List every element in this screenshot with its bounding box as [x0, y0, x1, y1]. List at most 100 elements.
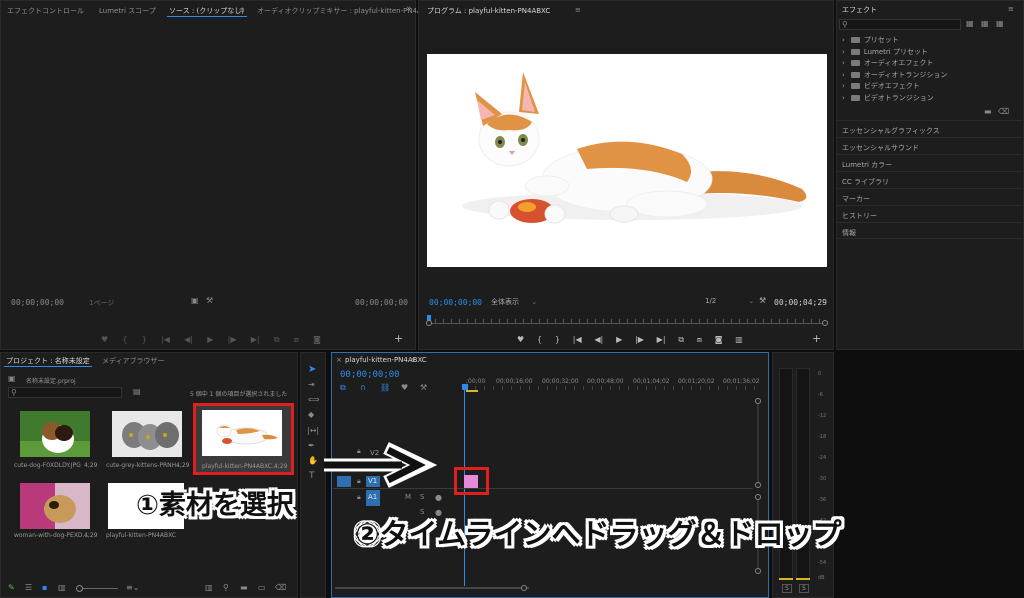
- effects-tree-item-video-effects[interactable]: › ビデオエフェクト: [842, 81, 920, 91]
- slip-tool-icon[interactable]: |↔|: [307, 427, 319, 435]
- voiceover-mic-icon[interactable]: ●: [435, 494, 442, 502]
- add-button-icon[interactable]: +: [812, 333, 821, 344]
- scroll-handle-right[interactable]: [521, 585, 527, 591]
- goto-out-icon[interactable]: ▶|: [251, 335, 260, 345]
- effects-tree-item-presets[interactable]: › プリセット: [842, 35, 899, 45]
- vertical-scrollbar[interactable]: [755, 398, 761, 488]
- track-a1-header[interactable]: A1: [366, 490, 380, 506]
- project-item-woman-with-dog[interactable]: woman-with-dog-PEXD... 4;29: [12, 480, 98, 544]
- timeline-menu-icon[interactable]: ≡: [410, 356, 416, 364]
- out-point-icon[interactable]: }: [142, 335, 147, 345]
- program-timecode-left[interactable]: 00;00;00;00: [429, 298, 482, 307]
- find-icon[interactable]: ⚲: [223, 584, 229, 592]
- tab-effect-controls[interactable]: エフェクトコントロール: [7, 6, 84, 16]
- scrubber-end-handle[interactable]: [822, 320, 828, 326]
- timeline-close-icon[interactable]: ×: [336, 356, 342, 364]
- camera-icon[interactable]: ◙: [715, 335, 723, 345]
- overflow-icon[interactable]: »: [406, 4, 412, 14]
- playhead-handle[interactable]: [462, 384, 468, 390]
- program-scrubber[interactable]: [426, 315, 828, 327]
- goto-in-icon[interactable]: |◀: [161, 335, 170, 345]
- camera-icon[interactable]: ◙: [313, 335, 321, 345]
- marker-icon[interactable]: ♥: [517, 335, 524, 345]
- page-select[interactable]: 1ページ: [89, 298, 114, 308]
- effects-tree-item-audio-effects[interactable]: › オーディオエフェクト: [842, 58, 933, 68]
- new-search-bin-icon[interactable]: ▤: [133, 388, 141, 396]
- section-markers[interactable]: マーカー: [836, 188, 1022, 205]
- scroll-handle-bottom[interactable]: [755, 568, 761, 574]
- source-timecode-left[interactable]: 00;00;00;00: [11, 298, 64, 307]
- section-cc-libraries[interactable]: CC ライブラリ: [836, 171, 1022, 188]
- program-title[interactable]: プログラム : playful-kitten-PN4ABXC: [427, 6, 550, 16]
- section-history[interactable]: ヒストリー: [836, 205, 1022, 222]
- step-back-icon[interactable]: ◀|: [594, 335, 603, 345]
- effects-menu-icon[interactable]: ≡: [1008, 5, 1014, 13]
- section-essential-sound[interactable]: エッセンシャルサウンド: [836, 137, 1022, 154]
- mute-icon[interactable]: M: [405, 494, 411, 501]
- add-marker-icon[interactable]: ♥: [401, 384, 408, 392]
- icon-view-icon[interactable]: ▪: [42, 584, 47, 592]
- hand-tool-icon[interactable]: ✋: [308, 457, 318, 465]
- effects-tree-item-audio-transitions[interactable]: › オーディオトランジション: [842, 70, 947, 80]
- trash-icon[interactable]: ⌫: [998, 108, 1009, 116]
- timeline-timecode[interactable]: 00;00;00;00: [340, 370, 400, 380]
- extract-icon[interactable]: ⧈: [697, 335, 702, 345]
- effects-title[interactable]: エフェクト: [842, 5, 877, 15]
- section-lumetri-color[interactable]: Lumetri カラー: [836, 154, 1022, 171]
- program-monitor-preview[interactable]: [427, 54, 827, 267]
- type-tool-icon[interactable]: T: [309, 472, 315, 481]
- new-item-icon[interactable]: ▭: [258, 584, 266, 592]
- 32bit-effects-icon[interactable]: ▦: [981, 20, 989, 28]
- in-point-icon[interactable]: {: [122, 335, 127, 345]
- project-item-dog[interactable]: cute-dog-F0XDLDY.JPG 4;29: [12, 408, 98, 472]
- wrench-icon[interactable]: ⚒: [206, 297, 213, 305]
- tab-media-browser[interactable]: メディアブラウザー: [102, 356, 165, 366]
- automate-icon[interactable]: ▥: [205, 584, 213, 592]
- resolution-select[interactable]: 1/2 ⌄: [705, 297, 754, 305]
- trash-icon[interactable]: ⌫: [275, 584, 286, 592]
- marker-icon[interactable]: ♥: [101, 335, 108, 345]
- sort-icon[interactable]: ≡⌄: [126, 584, 139, 592]
- step-forward-icon[interactable]: |▶: [228, 335, 237, 345]
- settings-icon[interactable]: ▣: [191, 297, 199, 305]
- play-icon[interactable]: ▶: [207, 335, 213, 345]
- meter-solo-right[interactable]: S: [799, 584, 809, 593]
- compare-icon[interactable]: ▥: [735, 335, 743, 345]
- work-area-bar[interactable]: [466, 390, 478, 392]
- pencil-icon[interactable]: ✎: [8, 584, 15, 592]
- overwrite-icon[interactable]: ⧈: [294, 335, 299, 345]
- step-back-icon[interactable]: ◀|: [184, 335, 193, 345]
- zoom-select[interactable]: 全体表示 ⌄: [491, 297, 537, 307]
- selection-tool-icon[interactable]: ➤: [308, 365, 316, 375]
- tab-audio-clip-mixer[interactable]: オーディオクリップミキサー : playful-kitten-PN4A: [257, 6, 422, 16]
- yuv-effects-icon[interactable]: ▦: [996, 20, 1004, 28]
- accelerated-effects-icon[interactable]: ▦: [966, 20, 974, 28]
- track-select-tool-icon[interactable]: ⇥: [308, 381, 315, 389]
- project-menu-icon[interactable]: ≡: [84, 356, 90, 364]
- section-essential-graphics[interactable]: エッセンシャルグラフィックス: [836, 120, 1022, 137]
- add-button-icon[interactable]: +: [394, 333, 403, 344]
- scroll-handle-bottom[interactable]: [755, 482, 761, 488]
- nest-icon[interactable]: ⧉: [340, 384, 346, 392]
- solo-icon[interactable]: S: [420, 494, 424, 501]
- source-menu-icon[interactable]: ≡: [239, 6, 245, 14]
- goto-out-icon[interactable]: ▶|: [657, 335, 666, 345]
- list-view-icon[interactable]: ☰: [25, 584, 32, 592]
- tab-source[interactable]: ソース : (クリップなし): [169, 6, 244, 16]
- timeline-settings-icon[interactable]: ⚒: [420, 384, 427, 392]
- slider-handle[interactable]: [76, 585, 83, 592]
- goto-in-icon[interactable]: |◀: [573, 335, 582, 345]
- out-point-icon[interactable]: }: [555, 335, 560, 345]
- effects-tree-item-lumetri-presets[interactable]: › Lumetri プリセット: [842, 47, 928, 57]
- tab-lumetri-scopes[interactable]: Lumetri スコープ: [99, 6, 156, 16]
- tab-project[interactable]: プロジェクト : 名称未設定: [6, 356, 90, 366]
- effects-tree-item-video-transitions[interactable]: › ビデオトランジション: [842, 93, 934, 103]
- effects-search-input[interactable]: ⚲: [839, 19, 961, 30]
- horizontal-scrollbar[interactable]: [335, 585, 529, 591]
- insert-icon[interactable]: ⧉: [274, 335, 280, 345]
- new-bin-icon[interactable]: ▬: [984, 108, 992, 116]
- step-forward-icon[interactable]: |▶: [635, 335, 644, 345]
- ripple-edit-tool-icon[interactable]: ⟺: [308, 396, 319, 404]
- thumbnail-size-slider[interactable]: [76, 585, 118, 592]
- lock-icon[interactable]: 🔒︎: [357, 494, 361, 501]
